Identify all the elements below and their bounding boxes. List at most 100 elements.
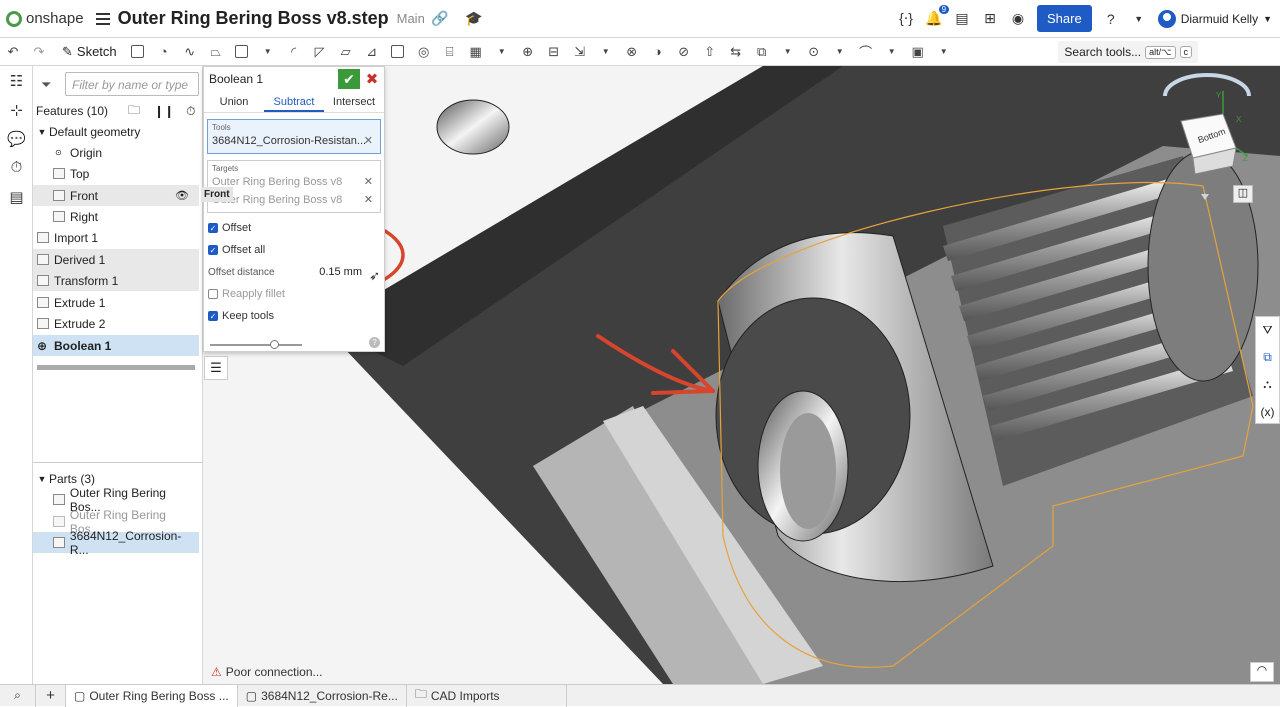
branch-name[interactable]: Main	[397, 11, 425, 26]
feature-right-plane[interactable]: Right	[33, 206, 199, 227]
flip-direction-icon[interactable]: ➶	[369, 268, 380, 284]
delete-face-icon[interactable]: ⊘	[673, 43, 695, 61]
panel-divider[interactable]	[33, 462, 203, 463]
sheet-metal-icon[interactable]: ▣	[907, 43, 929, 61]
link-icon[interactable]: 🔗	[431, 10, 449, 28]
configurations-icon[interactable]: ⛬	[1256, 371, 1279, 398]
hole-icon[interactable]: ◎	[413, 43, 435, 61]
transform-icon[interactable]: ⇲	[569, 43, 591, 61]
offset-distance-field[interactable]: Offset distance 0.15 mm	[204, 261, 384, 283]
reapply-fillet-checkbox[interactable]: Reapply fillet	[204, 283, 384, 305]
draft-icon[interactable]: ▱	[335, 43, 357, 61]
chevron-down-icon[interactable]: ▼	[1130, 10, 1148, 28]
keep-tools-checkbox[interactable]: ✓ Keep tools	[204, 305, 384, 327]
menu-icon[interactable]	[95, 12, 110, 25]
mounting-hole[interactable]	[436, 99, 510, 155]
tab-import-part[interactable]: ▢ 3684N12_Corrosion-Re...	[238, 684, 407, 707]
plane-icon[interactable]: ⧉	[751, 43, 773, 61]
help-icon[interactable]: ?	[369, 337, 380, 348]
chevron-down-icon[interactable]: ▼	[595, 43, 617, 61]
timer-icon[interactable]: ⏱	[186, 104, 195, 119]
variables-panel-icon[interactable]: (x)	[1256, 398, 1279, 425]
feature-import-1[interactable]: Import 1	[33, 227, 199, 248]
delete-part-icon[interactable]: ⊗	[621, 43, 643, 61]
feature-front-plane[interactable]: Front 👁	[33, 185, 199, 206]
undo-icon[interactable]: ↶	[2, 43, 24, 61]
learning-center-icon[interactable]: 🎓	[465, 10, 483, 28]
variables-icon[interactable]: {⋅}	[897, 10, 915, 28]
globe-icon[interactable]: ◉	[1009, 10, 1027, 28]
modify-fillet-icon[interactable]: ◑	[647, 43, 669, 61]
target-item[interactable]: Outer Ring Bering Boss v8 ✕	[212, 173, 376, 191]
boolean-icon[interactable]: ⊕	[517, 43, 539, 61]
search-tools-button[interactable]: Search tools... alt/⌥ c	[1058, 41, 1198, 63]
pattern-icon[interactable]: ▦	[465, 43, 487, 61]
offset-all-checkbox[interactable]: ✓ Offset all	[204, 239, 384, 261]
user-menu[interactable]: Diarmuid Kelly ▼	[1157, 9, 1272, 28]
sweep-icon[interactable]: ∿	[179, 43, 201, 61]
onshape-logo[interactable]: onshape	[6, 10, 84, 27]
share-button[interactable]: Share	[1037, 5, 1092, 32]
feature-list-toggle-icon[interactable]: ☰	[204, 356, 228, 380]
curve-icon[interactable]: ⌒	[855, 43, 877, 61]
measure-icon[interactable]: ◠	[1250, 662, 1274, 682]
extrude-icon[interactable]	[127, 43, 149, 61]
accept-button[interactable]: ✔	[338, 69, 360, 89]
feature-default-geometry[interactable]: ▼ Default geometry	[33, 121, 199, 142]
properties-icon[interactable]: ▤	[953, 10, 971, 28]
sketch-button[interactable]: ✎ Sketch	[62, 44, 117, 60]
chevron-down-icon[interactable]: ▼	[881, 43, 903, 61]
feature-origin[interactable]: ⊙ Origin	[33, 142, 199, 163]
filter-icon[interactable]: ⏷	[41, 77, 51, 93]
document-title[interactable]: Outer Ring Bering Boss v8.step	[118, 8, 389, 29]
search-tabs-icon[interactable]: ⌕	[0, 684, 36, 707]
thicken-icon[interactable]	[231, 43, 253, 61]
tools-item[interactable]: 3684N12_Corrosion-Resistan... ✕	[212, 132, 376, 150]
folder-icon[interactable]: 🗀	[128, 101, 140, 122]
cancel-button[interactable]: ✖	[364, 69, 380, 89]
bom-icon[interactable]: ▤	[0, 182, 33, 211]
offset-checkbox[interactable]: ✓ Offset	[204, 217, 384, 239]
remove-icon[interactable]: ✕	[364, 132, 373, 150]
revolve-icon[interactable]: ◔	[153, 43, 175, 61]
shell-icon[interactable]	[387, 43, 409, 61]
add-tab-button[interactable]: +	[36, 684, 66, 707]
notifications-icon[interactable]: 🔔 9	[925, 4, 950, 28]
app-store-icon[interactable]: ⊞	[981, 10, 999, 28]
history-icon[interactable]: ⏱	[0, 153, 33, 182]
feature-transform-1[interactable]: Transform 1	[33, 270, 199, 291]
part-3684n12[interactable]: 3684N12_Corrosion-R...	[33, 529, 199, 557]
chevron-down-icon[interactable]: ▼	[257, 43, 279, 61]
chamfer-icon[interactable]: ◸	[309, 43, 331, 61]
feature-extrude-1[interactable]: Extrude 1	[33, 292, 199, 313]
target-item[interactable]: Outer Ring Bering Boss v8 ✕	[212, 191, 376, 209]
rollback-bar[interactable]	[37, 365, 195, 370]
remove-icon[interactable]: ✕	[364, 191, 373, 209]
feature-top-plane[interactable]: Top	[33, 163, 199, 184]
remove-icon[interactable]: ✕	[364, 173, 373, 191]
chevron-down-icon[interactable]: ▼	[933, 43, 955, 61]
tab-subtract[interactable]: Subtract	[264, 91, 324, 112]
split-icon[interactable]: ⊟	[543, 43, 565, 61]
move-face-icon[interactable]: ⇧	[699, 43, 721, 61]
insert-icon[interactable]: ⊹	[0, 95, 33, 124]
loft-icon[interactable]: ⏢	[205, 43, 227, 61]
feature-filter-input[interactable]: Filter by name or type	[65, 72, 199, 96]
slider-handle[interactable]	[270, 340, 279, 349]
replace-face-icon[interactable]: ⇆	[725, 43, 747, 61]
tab-intersect[interactable]: Intersect	[324, 91, 384, 112]
comments-icon[interactable]: 💬	[0, 124, 33, 153]
help-icon[interactable]: ?	[1102, 10, 1120, 28]
appearance-icon[interactable]: ⛛	[1256, 317, 1279, 344]
chevron-down-icon[interactable]: ▼	[491, 43, 513, 61]
view-options-button[interactable]: ◫	[1233, 185, 1253, 203]
views-icon[interactable]: ⧉	[1256, 344, 1279, 371]
feature-boolean-1[interactable]: ⊕ Boolean 1	[33, 335, 199, 356]
fillet-icon[interactable]: ◜	[283, 43, 305, 61]
chevron-down-icon[interactable]: ▼	[777, 43, 799, 61]
eye-icon[interactable]: 👁	[175, 189, 189, 202]
tools-field[interactable]: Tools 3684N12_Corrosion-Resistan... ✕	[207, 119, 381, 154]
feature-derived-1[interactable]: Derived 1	[33, 249, 199, 270]
tab-part-studio[interactable]: ▢ Outer Ring Bering Boss ...	[66, 684, 238, 707]
rib-icon[interactable]: ⊿	[361, 43, 383, 61]
